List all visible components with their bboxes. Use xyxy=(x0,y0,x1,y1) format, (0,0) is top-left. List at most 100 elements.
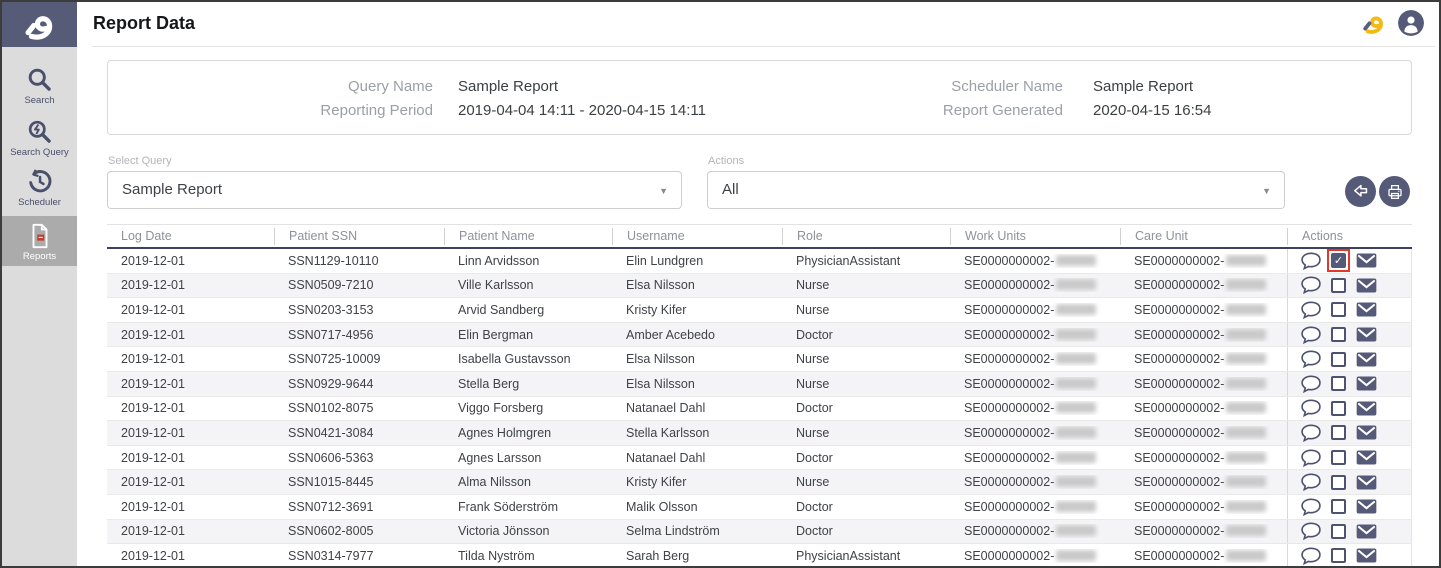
cell-care-unit: SE0000000002- xyxy=(1120,352,1287,366)
print-button[interactable] xyxy=(1379,176,1410,207)
sidebar-item-scheduler[interactable]: Scheduler xyxy=(2,168,77,208)
mail-button[interactable] xyxy=(1356,253,1377,268)
col-header-actions: Actions xyxy=(1287,228,1412,245)
cell-patient-ssn: SSN0421-3084 xyxy=(274,426,444,440)
cell-care-unit: SE0000000002- xyxy=(1120,303,1287,317)
cell-care-unit: SE0000000002- xyxy=(1120,278,1287,292)
comment-button[interactable] xyxy=(1301,547,1321,565)
report-summary-panel: Query Name Reporting Period Sample Repor… xyxy=(107,60,1412,135)
select-row-checkbox[interactable] xyxy=(1330,301,1347,318)
comment-bubble-icon xyxy=(1301,276,1321,294)
user-avatar-icon[interactable] xyxy=(1398,10,1424,36)
comment-bubble-icon xyxy=(1301,301,1321,319)
mail-button[interactable] xyxy=(1356,352,1377,367)
mail-button[interactable] xyxy=(1356,376,1377,391)
comment-button[interactable] xyxy=(1301,252,1321,270)
cell-patient-name: Frank Söderström xyxy=(444,500,612,514)
mail-button[interactable] xyxy=(1356,475,1377,490)
cell-actions xyxy=(1287,397,1412,421)
select-row-checkbox[interactable] xyxy=(1330,351,1347,368)
sidebar-item-reports[interactable]: Reports xyxy=(2,216,77,266)
select-row-checkbox[interactable] xyxy=(1330,547,1347,564)
actions-filter-dropdown[interactable]: All ▼ xyxy=(707,171,1285,209)
col-header-care-unit: Care Unit xyxy=(1120,228,1287,245)
redacted-value xyxy=(1226,476,1266,487)
comment-bubble-icon xyxy=(1301,326,1321,344)
sidebar-item-search-query[interactable]: Search Query xyxy=(2,118,77,158)
comment-button[interactable] xyxy=(1301,399,1321,417)
comment-button[interactable] xyxy=(1301,301,1321,319)
comment-button[interactable] xyxy=(1301,498,1321,516)
cell-care-unit: SE0000000002- xyxy=(1120,524,1287,538)
unit-id-prefix: SE0000000002- xyxy=(1134,254,1224,268)
mail-button[interactable] xyxy=(1356,302,1377,317)
comment-button[interactable] xyxy=(1301,473,1321,491)
comment-bubble-icon xyxy=(1301,449,1321,467)
comment-button[interactable] xyxy=(1301,350,1321,368)
mail-button[interactable] xyxy=(1356,425,1377,440)
printer-icon xyxy=(1386,183,1404,201)
select-query-dropdown[interactable]: Sample Report ▼ xyxy=(107,171,682,209)
select-row-checkbox[interactable] xyxy=(1330,424,1347,441)
report-generated-label: Report Generated xyxy=(758,99,1063,123)
scheduler-name-label: Scheduler Name xyxy=(758,75,1063,99)
redacted-value xyxy=(1056,427,1096,438)
select-row-checkbox[interactable]: ✓ xyxy=(1330,252,1347,269)
cell-actions xyxy=(1287,347,1412,371)
comment-button[interactable] xyxy=(1301,424,1321,442)
mail-button[interactable] xyxy=(1356,278,1377,293)
select-row-checkbox[interactable] xyxy=(1330,474,1347,491)
comment-button[interactable] xyxy=(1301,326,1321,344)
redacted-value xyxy=(1226,452,1266,463)
comment-button[interactable] xyxy=(1301,375,1321,393)
mail-button[interactable] xyxy=(1356,499,1377,514)
mail-button[interactable] xyxy=(1356,548,1377,563)
back-button[interactable] xyxy=(1345,176,1376,207)
select-row-checkbox[interactable] xyxy=(1330,277,1347,294)
mail-button[interactable] xyxy=(1356,327,1377,342)
comment-button[interactable] xyxy=(1301,276,1321,294)
mail-button[interactable] xyxy=(1356,450,1377,465)
select-query-label: Select Query xyxy=(108,155,172,167)
cell-role: Nurse xyxy=(782,303,950,317)
mail-icon xyxy=(1356,302,1377,317)
select-row-checkbox[interactable] xyxy=(1330,523,1347,540)
search-query-icon xyxy=(26,118,53,145)
select-row-checkbox[interactable] xyxy=(1330,400,1347,417)
cell-work-units: SE0000000002- xyxy=(950,549,1120,563)
mail-icon xyxy=(1356,327,1377,342)
cell-work-units: SE0000000002- xyxy=(950,524,1120,538)
cell-work-units: SE0000000002- xyxy=(950,328,1120,342)
cell-role: Nurse xyxy=(782,278,950,292)
cell-log-date: 2019-12-01 xyxy=(107,352,274,366)
select-row-checkbox[interactable] xyxy=(1330,449,1347,466)
sidebar-item-search[interactable]: Search xyxy=(2,66,77,106)
table-row: 2019-12-01SSN0421-3084Agnes HolmgrenStel… xyxy=(107,421,1412,446)
redacted-value xyxy=(1226,427,1266,438)
cell-care-unit: SE0000000002- xyxy=(1120,328,1287,342)
select-row-checkbox[interactable] xyxy=(1330,326,1347,343)
redacted-value xyxy=(1056,329,1096,340)
mail-button[interactable] xyxy=(1356,401,1377,416)
redacted-value xyxy=(1226,525,1266,536)
comment-button[interactable] xyxy=(1301,522,1321,540)
cell-patient-name: Isabella Gustavsson xyxy=(444,352,612,366)
select-row-checkbox[interactable] xyxy=(1330,498,1347,515)
mail-icon xyxy=(1356,499,1377,514)
brand-logo-icon xyxy=(1360,9,1388,37)
cell-username: Stella Karlsson xyxy=(612,426,782,440)
unit-id-prefix: SE0000000002- xyxy=(964,352,1054,366)
cell-username: Elin Lundgren xyxy=(612,254,782,268)
app-logo[interactable] xyxy=(2,2,77,47)
mail-button[interactable] xyxy=(1356,524,1377,539)
cell-role: Nurse xyxy=(782,475,950,489)
cell-patient-ssn: SSN0929-9644 xyxy=(274,377,444,391)
table-row: 2019-12-01SSN0203-3153Arvid SandbergKris… xyxy=(107,298,1412,323)
cell-username: Natanael Dahl xyxy=(612,401,782,415)
mail-icon xyxy=(1356,278,1377,293)
cell-patient-name: Linn Arvidsson xyxy=(444,254,612,268)
sidebar-item-label: Scheduler xyxy=(2,197,77,208)
select-row-checkbox[interactable] xyxy=(1330,375,1347,392)
comment-button[interactable] xyxy=(1301,449,1321,467)
comment-bubble-icon xyxy=(1301,399,1321,417)
